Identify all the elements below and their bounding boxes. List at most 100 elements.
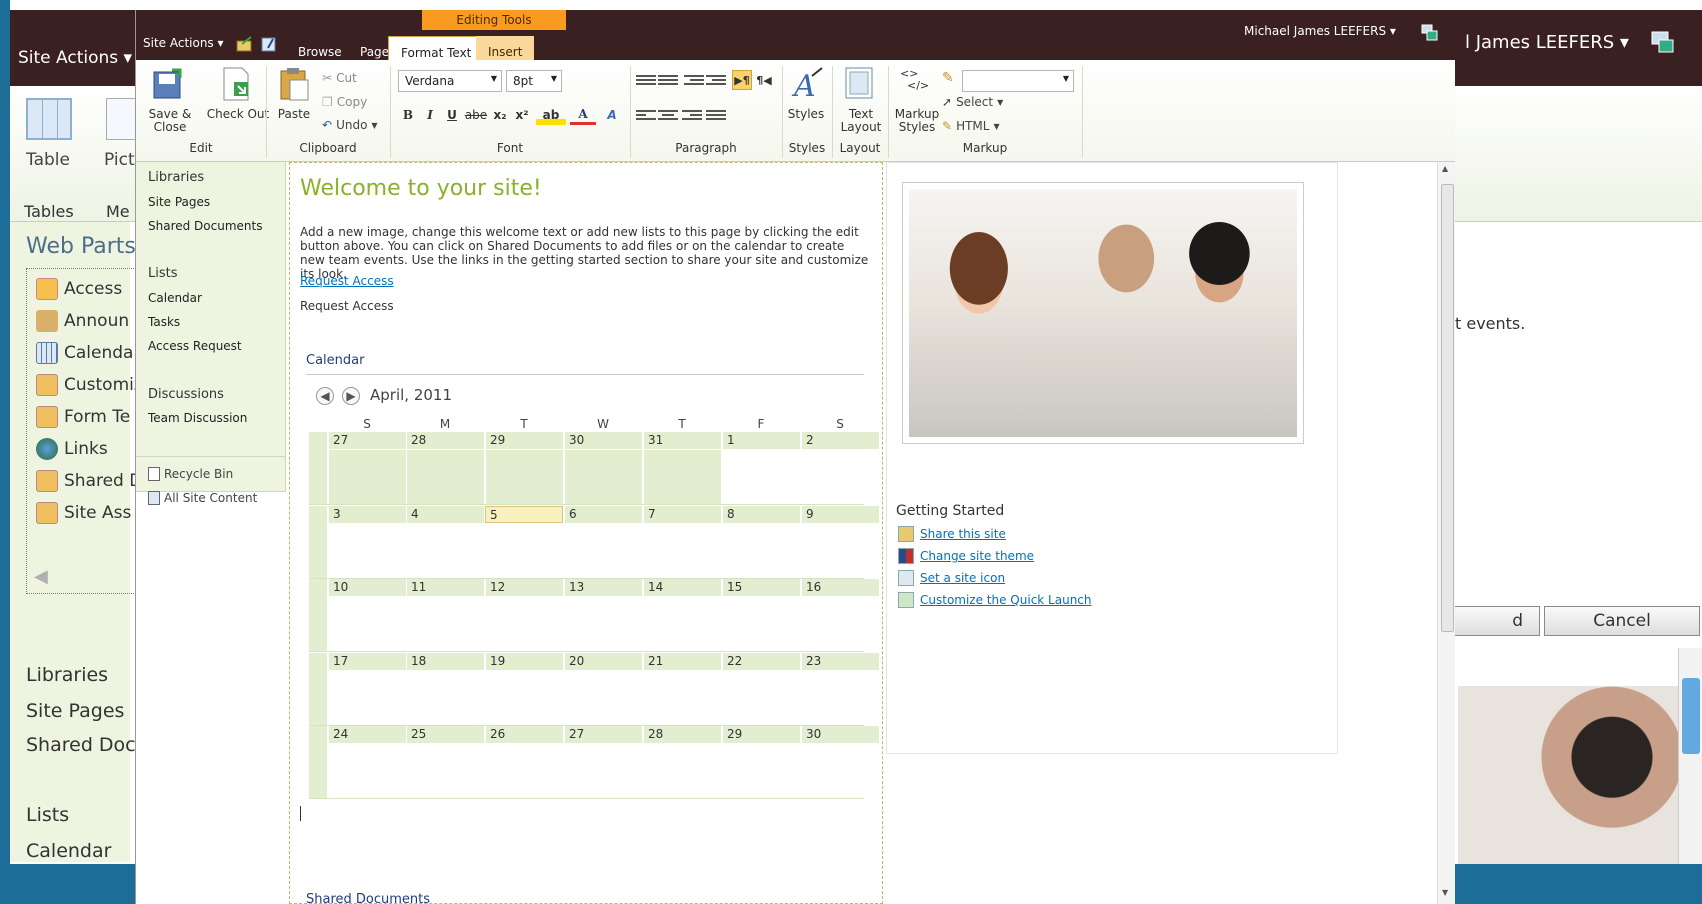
calendar-day-cell[interactable] — [564, 524, 642, 578]
scroll-up-icon[interactable]: ▲ — [1442, 164, 1448, 173]
calendar-day-number[interactable]: 30 — [801, 726, 879, 743]
calendar-day-number[interactable]: 12 — [485, 579, 563, 596]
nav-recycle-bin[interactable]: Recycle Bin — [148, 467, 233, 481]
calendar-day-number[interactable]: 6 — [564, 506, 642, 523]
calendar-day-cell[interactable] — [485, 597, 563, 651]
calendar-day-cell[interactable] — [722, 671, 800, 725]
styles-icon[interactable]: A — [790, 66, 824, 106]
user-menu[interactable]: Michael James LEEFERS ▾ — [1244, 24, 1396, 38]
bg-user-menu[interactable]: l James LEEFERS ▾ — [1465, 32, 1629, 53]
calendar-day-cell[interactable] — [801, 450, 879, 504]
strikethrough-button[interactable]: abe — [464, 105, 488, 125]
calendar-day-cell[interactable] — [564, 671, 642, 725]
calendar-day-number[interactable]: 24 — [328, 726, 406, 743]
calendar-day-cell[interactable] — [722, 450, 800, 504]
nav-libraries[interactable]: Libraries — [148, 170, 204, 185]
calendar-day-number[interactable]: 15 — [722, 579, 800, 596]
html-button[interactable]: ✎ HTML ▼ — [942, 119, 1000, 133]
calendar-day-number[interactable]: 30 — [564, 432, 642, 449]
calendar-day-cell[interactable] — [485, 524, 563, 578]
calendar-day-cell[interactable] — [406, 597, 484, 651]
calendar-day-cell[interactable] — [485, 450, 563, 504]
calendar-day-number[interactable]: 8 — [722, 506, 800, 523]
web-part-item[interactable]: Calendar — [36, 342, 140, 364]
copy-button[interactable]: ❐ Copy — [322, 95, 367, 109]
back-arrow-icon[interactable]: ◀ — [34, 566, 48, 587]
calendar-day-cell[interactable] — [643, 597, 721, 651]
bg-nav-calendar[interactable]: Calendar — [26, 840, 111, 862]
calendar-day-number[interactable]: 25 — [406, 726, 484, 743]
calendar-day-number[interactable]: 17 — [328, 653, 406, 670]
calendar-day-cell[interactable] — [406, 450, 484, 504]
calendar-day-cell[interactable] — [328, 671, 406, 725]
check-out-icon[interactable] — [218, 66, 254, 106]
bullets-icon[interactable] — [636, 71, 656, 89]
calendar-day-number[interactable]: 11 — [406, 579, 484, 596]
week-row-gutter[interactable] — [309, 432, 327, 504]
calendar-day-number[interactable]: 22 — [722, 653, 800, 670]
superscript-button[interactable]: x² — [512, 105, 532, 125]
calendar-day-number[interactable]: 28 — [643, 726, 721, 743]
web-part-item[interactable]: Customiz — [36, 374, 143, 396]
save-close-button[interactable]: Save & Close — [144, 108, 196, 134]
cut-button[interactable]: ✂ Cut — [322, 71, 357, 85]
calendar-day-number[interactable]: 14 — [643, 579, 721, 596]
week-row-gutter[interactable] — [309, 579, 327, 651]
calendar-day-number[interactable]: 29 — [485, 432, 563, 449]
markup-styles-icon[interactable]: <> </> — [900, 68, 929, 92]
calendar-day-cell[interactable] — [406, 744, 484, 798]
calendar-day-cell[interactable] — [328, 450, 406, 504]
bg-vertical-scrollbar[interactable] — [1678, 648, 1702, 864]
styles-button[interactable]: Styles — [786, 108, 826, 121]
calendar-day-number[interactable]: 19 — [485, 653, 563, 670]
calendar-day-cell[interactable] — [485, 671, 563, 725]
scroll-down-icon[interactable]: ▼ — [1442, 888, 1448, 897]
align-right-icon[interactable] — [682, 106, 702, 124]
getting-started-link[interactable]: Customize the Quick Launch — [898, 592, 1092, 608]
week-row-gutter[interactable] — [309, 726, 327, 798]
web-part-item[interactable]: Site Ass — [36, 502, 131, 524]
bg-nav-lists[interactable]: Lists — [26, 804, 69, 826]
calendar-day-number[interactable]: 5 — [485, 506, 563, 523]
picture-icon[interactable] — [106, 98, 136, 140]
font-size-select[interactable]: 8pt ▼ — [506, 70, 562, 92]
tab-format-text[interactable]: Format Text — [388, 36, 485, 62]
calendar-day-cell[interactable] — [722, 524, 800, 578]
tab-insert[interactable]: Insert — [476, 36, 535, 62]
paste-button[interactable]: Paste — [274, 108, 314, 121]
calendar-day-number[interactable]: 27 — [328, 432, 406, 449]
nav-tasks[interactable]: Tasks — [148, 315, 180, 329]
web-part-item[interactable]: Access — [36, 278, 122, 300]
bg-nav-site-pages[interactable]: Site Pages — [26, 700, 124, 722]
previous-month-icon[interactable]: ◀ — [316, 387, 334, 405]
calendar-day-cell[interactable] — [643, 744, 721, 798]
calendar-day-cell[interactable] — [801, 597, 879, 651]
calendar-day-number[interactable]: 26 — [485, 726, 563, 743]
calendar-day-number[interactable]: 10 — [328, 579, 406, 596]
calendar-day-number[interactable]: 3 — [328, 506, 406, 523]
calendar-title[interactable]: Calendar — [306, 353, 364, 368]
calendar-day-cell[interactable] — [328, 744, 406, 798]
bg-ok-button[interactable]: d — [1450, 606, 1540, 636]
getting-started-link[interactable]: Set a site icon — [898, 570, 1005, 586]
calendar-day-number[interactable]: 21 — [643, 653, 721, 670]
italic-button[interactable]: I — [420, 105, 440, 125]
calendar-day-number[interactable]: 4 — [406, 506, 484, 523]
markup-styles-button[interactable]: Markup Styles — [892, 108, 942, 134]
scroll-thumb[interactable] — [1441, 184, 1454, 632]
subscript-button[interactable]: x₂ — [490, 105, 510, 125]
save-icon[interactable] — [150, 66, 186, 104]
bold-button[interactable]: B — [398, 105, 418, 125]
nav-calendar[interactable]: Calendar — [148, 291, 202, 305]
calendar-day-number[interactable]: 20 — [564, 653, 642, 670]
nav-shared-documents[interactable]: Shared Documents — [148, 219, 262, 233]
underline-button[interactable]: U — [442, 105, 462, 125]
web-part-item[interactable]: Links — [36, 438, 108, 460]
calendar-day-number[interactable]: 29 — [722, 726, 800, 743]
navigate-up-icon[interactable] — [260, 36, 278, 56]
week-row-gutter[interactable] — [309, 506, 327, 578]
calendar-day-cell[interactable] — [406, 671, 484, 725]
calendar-day-cell[interactable] — [643, 450, 721, 504]
getting-started-link[interactable]: Change site theme — [898, 548, 1034, 564]
calendar-day-number[interactable]: 16 — [801, 579, 879, 596]
